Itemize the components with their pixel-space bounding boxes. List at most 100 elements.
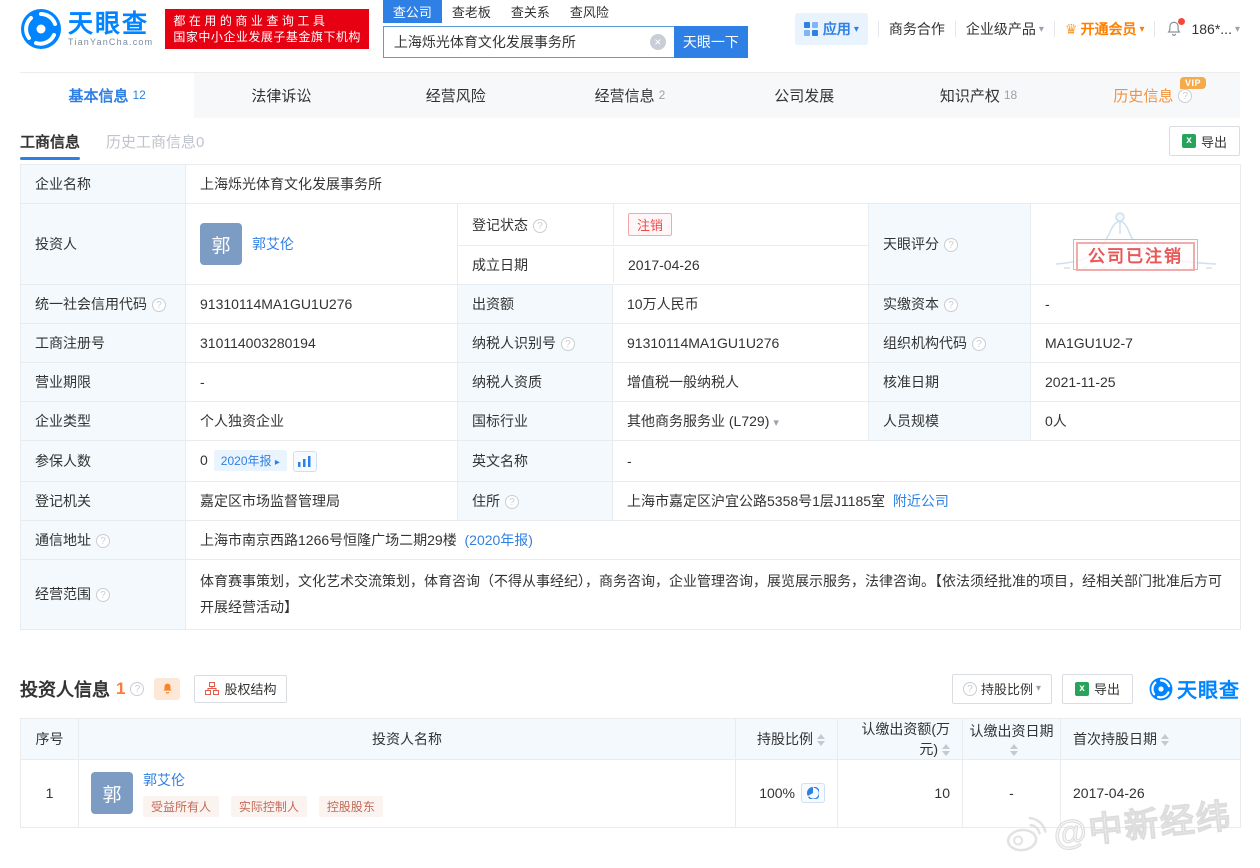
- holding-ratio-label: 持股比例: [980, 682, 1033, 698]
- apps-label: 应用: [822, 21, 851, 37]
- help-icon[interactable]: ?: [944, 298, 958, 312]
- logo-domain: TianYanCha.com: [68, 37, 154, 47]
- investor-cell: 郭 郭艾伦: [185, 203, 458, 285]
- table-row: 登记机关 嘉定区市场监督管理局 住所? 上海市嘉定区沪宜公路5358号1层J11…: [20, 480, 1242, 521]
- sort-icon[interactable]: [1009, 744, 1018, 757]
- subscribe-bell-icon[interactable]: [154, 677, 181, 700]
- tab-label: 公司发展: [774, 88, 835, 105]
- tab-basic-info[interactable]: 基本信息 12: [20, 73, 195, 118]
- account-menu[interactable]: 186*... ▾: [1191, 21, 1240, 37]
- deregistered-stamp: 公司已注销: [1073, 238, 1199, 271]
- apps-menu[interactable]: 应用 ▾: [795, 13, 868, 45]
- help-icon[interactable]: ?: [533, 218, 547, 233]
- tag-beneficial-owner[interactable]: 受益所有人: [143, 795, 220, 817]
- reg-status-label: 登记状态: [472, 216, 528, 233]
- export-button-investors[interactable]: x 导出: [1061, 673, 1133, 704]
- equity-structure-label: 股权结构: [224, 682, 277, 698]
- search-tab-relation[interactable]: 查关系: [501, 0, 560, 23]
- paid-capital-label: 实缴资本: [883, 296, 939, 312]
- nearby-companies-link[interactable]: 附近公司: [893, 493, 949, 509]
- status-date-cell: 登记状态? 注销 成立日期 2017-04-26: [457, 203, 869, 285]
- table-row: 投资人 郭 郭艾伦 登记状态? 注销 成立日期 2017-04-26 天眼评分 …: [20, 203, 1242, 285]
- investor-name-link[interactable]: 郭艾伦: [252, 234, 294, 254]
- investor-name-link[interactable]: 郭艾伦: [143, 770, 185, 790]
- help-icon[interactable]: ?: [505, 494, 519, 509]
- annual-report-badge[interactable]: 2020年报 ▸: [213, 450, 287, 471]
- tab-history-info[interactable]: VIP 历史信息 ?: [1066, 73, 1240, 118]
- search-tab-boss[interactable]: 查老板: [442, 0, 501, 23]
- taxpayer-id-label: 纳税人识别号: [472, 335, 556, 351]
- avatar[interactable]: 郭: [91, 772, 133, 815]
- mail-address-label-cell: 通信地址?: [20, 519, 186, 560]
- insured-trend-icon[interactable]: [292, 450, 317, 472]
- taxpayer-quality-label: 纳税人资质: [457, 362, 613, 402]
- search-tab-risk[interactable]: 查风险: [560, 0, 619, 23]
- clear-icon[interactable]: ×: [649, 34, 666, 50]
- status-badge: 注销: [628, 213, 673, 236]
- investors-count: 1: [116, 678, 126, 698]
- membership-label: 开通会员: [1080, 21, 1137, 37]
- staff-size-label: 人员规模: [868, 401, 1031, 441]
- taxpayer-quality-value: 增值税一般纳税人: [612, 362, 869, 402]
- holding-ratio-filter-button[interactable]: ? 持股比例 ▾: [951, 673, 1052, 704]
- export-button-business-info[interactable]: x 导出: [1168, 126, 1240, 156]
- search-button[interactable]: 天眼一下: [673, 26, 748, 58]
- sort-icon[interactable]: [942, 744, 950, 757]
- apps-grid-icon: [804, 22, 818, 36]
- chevron-down-icon: ▾: [1139, 23, 1145, 35]
- help-icon: ?: [962, 681, 977, 696]
- help-icon[interactable]: ?: [944, 238, 958, 252]
- investors-section-header: 投资人信息 1 ? 股权结构 ? 持股比例 ▾ x 导出 天眼查: [20, 673, 1240, 704]
- search-input[interactable]: [382, 26, 674, 58]
- notification-bell-icon[interactable]: [1165, 18, 1186, 38]
- nav-enterprise-products[interactable]: 企业级产品 ▾: [966, 19, 1044, 39]
- tab-operating-risk[interactable]: 经营风险: [369, 73, 543, 118]
- tab-label: 基本信息: [68, 88, 129, 105]
- vip-badge: VIP: [1179, 77, 1206, 89]
- export-label: 导出: [1200, 134, 1227, 150]
- tab-company-development[interactable]: 公司发展: [717, 73, 891, 118]
- chevron-down-icon: ▾: [1038, 23, 1044, 35]
- help-icon[interactable]: ?: [96, 533, 110, 548]
- subtab-business-info[interactable]: 工商信息: [20, 121, 81, 162]
- help-icon[interactable]: ?: [130, 681, 145, 696]
- subtab-history-business-info[interactable]: 历史工商信息0: [106, 121, 204, 162]
- help-icon[interactable]: ?: [1178, 88, 1193, 103]
- search-tab-company[interactable]: 查公司: [382, 0, 442, 23]
- shareholding-pie-icon[interactable]: [801, 783, 825, 804]
- tianyancha-logo[interactable]: 天眼查 TianYanCha.com: [20, 8, 153, 50]
- authority-value: 嘉定区市场监督管理局: [185, 480, 458, 521]
- establish-date-label: 成立日期: [472, 257, 528, 273]
- annual-report-link[interactable]: (2020年报): [465, 532, 533, 548]
- col-subscribed-date[interactable]: 认缴出资日期: [962, 717, 1061, 760]
- help-icon[interactable]: ?: [561, 337, 575, 351]
- address-label: 住所: [472, 492, 500, 509]
- address-label-cell: 住所?: [457, 480, 613, 521]
- tag-actual-controller[interactable]: 实际控制人: [230, 795, 307, 817]
- nav-open-membership[interactable]: ♛ 开通会员 ▾: [1065, 19, 1145, 39]
- address-value: 上海市嘉定区沪宜公路5358号1层J1185室: [627, 492, 886, 509]
- tab-count: 18: [1003, 87, 1018, 102]
- col-subscribed-amount[interactable]: 认缴出资额(万元): [837, 717, 963, 760]
- equity-structure-button[interactable]: 股权结构: [194, 674, 288, 703]
- promo-badge: 都在用的商业查询工具 国家中小企业发展子基金旗下机构: [165, 9, 369, 49]
- sort-icon[interactable]: [817, 734, 825, 747]
- tab-intellectual-property[interactable]: 知识产权 18: [891, 73, 1065, 118]
- nav-business-cooperation[interactable]: 商务合作: [889, 19, 945, 39]
- tab-legal-proceedings[interactable]: 法律诉讼: [194, 73, 368, 118]
- help-icon[interactable]: ?: [96, 588, 110, 603]
- tag-controlling-shareholder[interactable]: 控股股东: [318, 795, 383, 817]
- col-first-holding-date[interactable]: 首次持股日期: [1060, 717, 1241, 760]
- avatar[interactable]: 郭: [200, 223, 242, 265]
- tab-operating-info[interactable]: 经营信息 2: [543, 73, 717, 118]
- org-chart-icon: [205, 682, 220, 696]
- search-row: × 天眼一下: [382, 26, 748, 58]
- help-icon[interactable]: ?: [152, 298, 166, 312]
- sort-icon[interactable]: [1161, 734, 1169, 747]
- tab-label: 知识产权: [939, 88, 1000, 105]
- help-icon[interactable]: ?: [972, 337, 986, 351]
- brand-text: 天眼查: [1177, 680, 1240, 703]
- col-holding-ratio[interactable]: 持股比例: [735, 717, 838, 760]
- divider: [954, 21, 956, 37]
- industry-expand-icon[interactable]: ▾: [773, 417, 779, 429]
